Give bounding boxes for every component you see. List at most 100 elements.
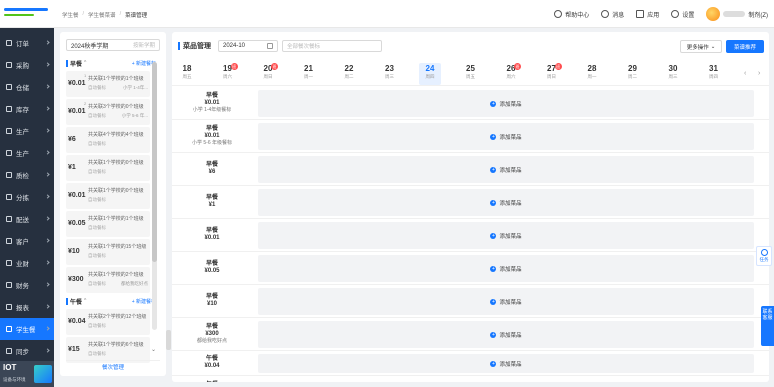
add-dish-cell[interactable]: + 添加菜品 <box>258 321 754 348</box>
task-float-button[interactable]: 任务 <box>756 246 772 266</box>
help-icon <box>554 10 563 18</box>
collapse-handle[interactable] <box>166 330 171 350</box>
add-dish-label: 添加菜品 <box>499 200 522 207</box>
group-name: 午餐 <box>70 299 83 306</box>
menu-row: 早餐 ¥0.01 小学 1-4年级餐标 + 添加菜品 <box>172 87 769 120</box>
date-item[interactable]: 22 周二 <box>338 63 360 85</box>
meal-standard-card[interactable]: ¥0.04 共关联2个学校的12个班级 自动餐标 <box>66 309 150 335</box>
plan-price: ¥0.04 <box>68 318 86 325</box>
row-label: 早餐 ¥0.01 <box>172 219 252 251</box>
sidebar-item[interactable]: 同步 <box>0 340 54 362</box>
date-item[interactable]: 24 周四 <box>419 63 441 85</box>
date-item[interactable]: 28 周一 <box>581 63 603 85</box>
plan-tag: 小学 5-6 年... <box>121 113 148 118</box>
plus-icon: + <box>490 133 497 140</box>
sidebar-item[interactable]: 学生餐 <box>0 318 54 340</box>
chevron-right-icon <box>45 348 50 353</box>
date-strip: 18 周五 19 周六班 20 周日班 21 周一 22 周二 23 周三 24 周四 25 周五 26 周六班 2… <box>172 60 769 86</box>
row-label: 早餐 ¥0.05 <box>172 252 252 284</box>
sidebar-item[interactable]: 生产 <box>0 142 54 164</box>
add-dish-cell[interactable]: + 添加菜品 <box>258 90 754 117</box>
apps-icon <box>636 10 645 18</box>
add-dish-cell[interactable]: + 添加菜品 <box>258 255 754 282</box>
date-item[interactable]: 21 周一 <box>298 63 320 85</box>
plus-icon: + <box>490 199 497 206</box>
sidebar-item[interactable]: 业财 <box>0 252 54 274</box>
sidebar-item-label: 生产 <box>16 151 29 158</box>
row-label: 早餐 ¥0.01 小学 5-6 年级餐标 <box>172 120 252 152</box>
caret-up-icon[interactable]: ^ <box>84 60 86 66</box>
plan-tag: 小学 1-4年... <box>122 85 148 90</box>
meal-name: 早餐 <box>205 125 218 132</box>
caret-up-icon[interactable]: ^ <box>84 298 86 304</box>
add-dish-cell[interactable]: + 添加菜品 <box>258 354 754 373</box>
add-dish-cell[interactable]: + 添加菜品 <box>258 189 754 216</box>
add-dish-cell[interactable]: + 添加菜品 <box>258 156 754 183</box>
sidebar-item[interactable]: 采购 <box>0 54 54 76</box>
sidebar-item[interactable]: 库存 <box>0 98 54 120</box>
logo[interactable] <box>4 6 50 20</box>
sidebar-item[interactable]: 生产 <box>0 120 54 142</box>
meal-period-manage-button[interactable]: 餐次管理 <box>66 360 160 372</box>
sidebar-item[interactable]: 订单 <box>0 32 54 54</box>
sidebar-item[interactable]: 客户 <box>0 230 54 252</box>
date-item[interactable]: 19 周六班 <box>217 63 239 85</box>
meal-standard-card[interactable]: ¥1 共关联1个学校的0个班级 自动餐标 <box>66 155 150 181</box>
date-item[interactable]: 31 周四 <box>703 63 725 85</box>
date-item[interactable]: 27 周日班 <box>541 63 563 85</box>
add-dish-cell[interactable]: + 添加菜品 <box>258 222 754 249</box>
breadcrumb-current: 菜谱管理 <box>125 13 148 19</box>
meal-standard-card[interactable]: ¥0.05 共关联1个学校的1个班级 自动餐标 <box>66 211 150 237</box>
more-actions-button[interactable]: 更多操作 ⌄ <box>680 40 722 53</box>
breadcrumb-item[interactable]: 学生餐菜谱 <box>88 11 116 19</box>
sidebar-item[interactable]: 报表 <box>0 296 54 318</box>
date-item[interactable]: 20 周日班 <box>257 63 279 85</box>
left-panel-scrollbar[interactable] <box>152 62 157 330</box>
iot-entry[interactable]: IOT 设备与环境 <box>0 361 54 387</box>
customer-service-button[interactable]: 联系客服 <box>761 306 774 346</box>
plan-description: 共关联1个学校的15个班级 <box>88 244 147 250</box>
add-dish-cell[interactable]: + 添加菜品 <box>258 123 754 150</box>
chevron-left-icon[interactable]: ‹ <box>744 70 746 77</box>
sidebar: 订单 采购 仓储 库存 生产 生产 质检 分拣 配送 客户 业财 财务 报表 学生餐 同步 IOT 设备与环… <box>0 28 54 387</box>
user-menu[interactable]: 制剂(Z) <box>706 7 768 21</box>
meal-standard-card[interactable]: ¥10 共关联1个学校的15个班级 自动餐标 <box>66 239 150 265</box>
chevron-right-icon[interactable]: › <box>758 70 760 77</box>
month-picker[interactable]: 2024-10 <box>218 40 278 52</box>
date-item[interactable]: 29 周二 <box>622 63 644 85</box>
date-item[interactable]: 30 周三 <box>662 63 684 85</box>
page-title: 菜品管理 <box>178 41 211 51</box>
sidebar-item[interactable]: 财务 <box>0 274 54 296</box>
meal-standard-card[interactable]: ¥0.01 2 共关联3个学校的0个班级 自动餐标 小学 5-6 年... <box>66 99 150 125</box>
plan-price: ¥0.01 <box>68 80 86 87</box>
meal-standard-card[interactable]: ¥6 共关联4个学校的4个班级 自动餐标 <box>66 127 150 153</box>
meal-standard-filter[interactable]: 全部餐次餐标 <box>282 40 382 52</box>
meal-standard-card[interactable]: ¥300 共关联1个学校的2个班级 自动餐标 都给我吃好点 <box>66 267 150 293</box>
date-item[interactable]: 18 周五 <box>176 63 198 85</box>
date-item[interactable]: 23 周三 <box>379 63 401 85</box>
apps-button[interactable]: 应用 <box>636 10 659 19</box>
meal-standard-card[interactable]: ¥0.01 共关联1个学校的0个班级 自动餐标 <box>66 183 150 209</box>
sidebar-item[interactable]: 仓储 <box>0 76 54 98</box>
sidebar-item[interactable]: 分拣 <box>0 186 54 208</box>
plus-icon: + <box>490 360 497 367</box>
sidebar-item-label: 分拣 <box>16 195 29 202</box>
help-center-button[interactable]: 帮助中心 <box>554 10 589 19</box>
date-item[interactable]: 26 周六班 <box>500 63 522 85</box>
plan-type: 自动餐标 <box>88 169 106 174</box>
sidebar-item[interactable]: 配送 <box>0 208 54 230</box>
messages-button[interactable]: 消息 <box>601 10 624 19</box>
meal-standard-card[interactable]: ¥0.01 1 共关联1个学校的1个班级 自动餐标 小学 1-4年... <box>66 71 150 97</box>
menu-row: 早餐 ¥10 + 添加菜品 <box>172 285 769 318</box>
chevron-right-icon <box>45 62 50 67</box>
add-dish-cell[interactable]: + 添加菜品 <box>258 288 754 315</box>
date-item[interactable]: 25 周五 <box>460 63 482 85</box>
breadcrumb-item[interactable]: 学生餐 <box>62 11 79 19</box>
meal-price: ¥10 <box>206 301 217 307</box>
add-dish-label: 添加菜品 <box>499 167 522 174</box>
sidebar-item[interactable]: 质检 <box>0 164 54 186</box>
chevron-down-icon[interactable]: ⌄ <box>151 346 156 353</box>
term-select[interactable]: 2024秋季学期 按新学期 <box>66 39 160 51</box>
settings-button[interactable]: 设置 <box>671 10 694 19</box>
menu-recommend-button[interactable]: 菜谱推荐 <box>726 40 764 53</box>
